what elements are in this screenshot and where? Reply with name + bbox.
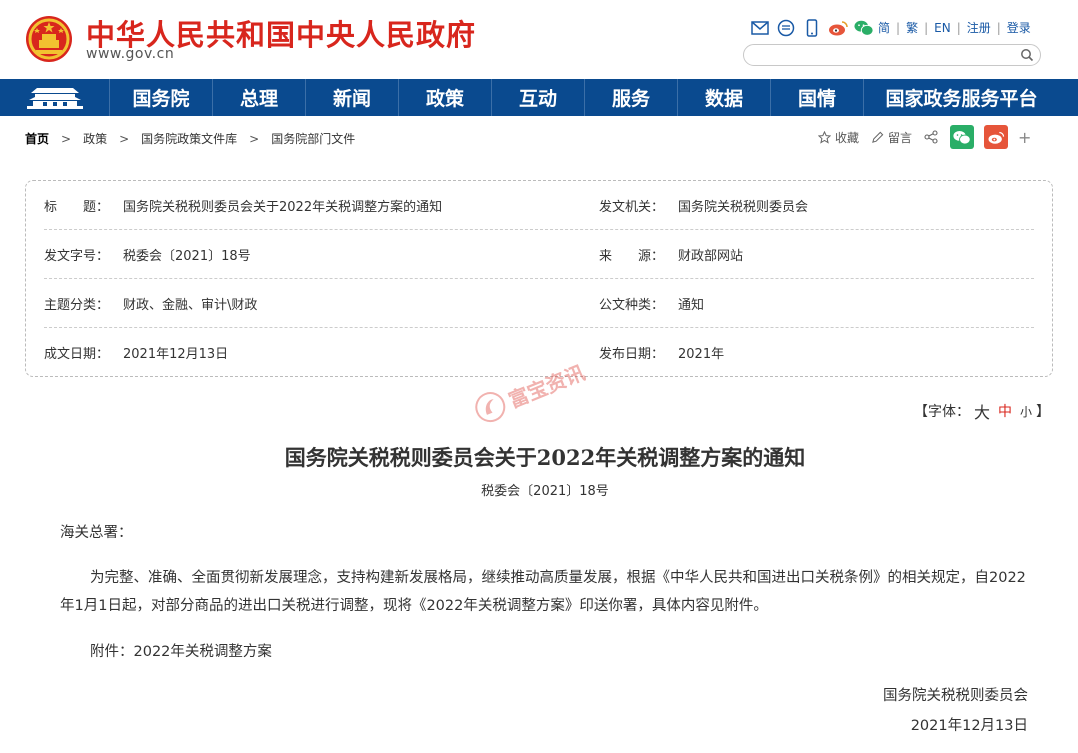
info-row: 主题分类： 财政、金融、审计\财政 公文种类： 通知 bbox=[44, 279, 1034, 328]
nav-interaction[interactable]: 互动 bbox=[492, 79, 585, 116]
breadcrumb-policies[interactable]: 政策 bbox=[83, 130, 107, 147]
chevron-right-icon: > bbox=[249, 131, 260, 146]
signature-organization: 国务院关税税则委员会 bbox=[883, 688, 1028, 704]
favorite-label: 收藏 bbox=[835, 130, 860, 145]
info-issuer: 发文机关： 国务院关税税则委员会 bbox=[599, 196, 1034, 215]
info-value: 财政、金融、审计\财政 bbox=[123, 297, 258, 313]
info-label: 主题分类： bbox=[44, 297, 110, 313]
share-button[interactable] bbox=[924, 130, 938, 144]
info-value: 通知 bbox=[678, 297, 705, 313]
info-row: 标 题： 国务院关税税则委员会关于2022年关税调整方案的通知 发文机关： 国务… bbox=[44, 181, 1034, 230]
wechat-share-button[interactable] bbox=[950, 125, 975, 149]
watermark-text: 富宝资讯 bbox=[504, 359, 589, 413]
info-label: 公文种类： bbox=[599, 297, 665, 313]
font-size-medium[interactable]: 中 bbox=[998, 401, 1012, 421]
main-nav: 国务院 总理 新闻 政策 互动 服务 数据 国情 国家政务服务平台 bbox=[0, 79, 1078, 116]
nav-data[interactable]: 数据 bbox=[678, 79, 771, 116]
traditional-link[interactable]: 繁 bbox=[906, 19, 918, 36]
info-doc-number: 发文字号： 税委会〔2021〕18号 bbox=[44, 245, 599, 264]
breadcrumb-policy-library[interactable]: 国务院政策文件库 bbox=[141, 130, 237, 147]
breadcrumb: 首页 > 政策 > 国务院政策文件库 > 国务院部门文件 bbox=[25, 130, 355, 147]
info-label: 发文机关： bbox=[599, 199, 665, 215]
national-emblem-icon[interactable] bbox=[24, 14, 74, 64]
watermark-logo-icon bbox=[475, 392, 506, 423]
document-title: 国务院关税税则委员会关于2022年关税调整方案的通知 bbox=[284, 445, 806, 470]
chevron-right-icon: > bbox=[61, 131, 72, 146]
info-value: 税委会〔2021〕18号 bbox=[123, 248, 251, 264]
simplified-link[interactable]: 简 bbox=[878, 19, 890, 36]
info-written-date: 成文日期： 2021年12月13日 bbox=[44, 343, 599, 362]
nav-gov-service-platform[interactable]: 国家政务服务平台 bbox=[864, 79, 1059, 116]
favorite-button[interactable]: 收藏 bbox=[818, 129, 859, 146]
login-link[interactable]: 登录 bbox=[1007, 19, 1031, 36]
info-value: 2021年 bbox=[678, 347, 725, 362]
document-salutation: 海关总署： bbox=[60, 525, 133, 541]
font-size-suffix: 】 bbox=[1036, 404, 1051, 420]
divider: | bbox=[924, 20, 929, 35]
top-icons bbox=[750, 18, 874, 38]
search-icon[interactable] bbox=[1020, 48, 1034, 62]
font-size-prefix: 【字体： bbox=[914, 404, 970, 420]
info-label: 发文字号： bbox=[44, 248, 110, 264]
mobile-icon[interactable] bbox=[802, 19, 822, 37]
info-row: 发文字号： 税委会〔2021〕18号 来 源： 财政部网站 bbox=[44, 230, 1034, 279]
site-url: www.gov.cn bbox=[86, 46, 175, 62]
info-label: 来 源： bbox=[599, 248, 665, 264]
info-topic: 主题分类： 财政、金融、审计\财政 bbox=[44, 294, 599, 313]
info-value: 财政部网站 bbox=[678, 248, 744, 264]
document-number: 税委会〔2021〕18号 bbox=[481, 484, 609, 499]
top-links: 简 | 繁 | EN | 注册 | 登录 bbox=[878, 19, 1031, 36]
breadcrumb-department-docs[interactable]: 国务院部门文件 bbox=[271, 130, 355, 147]
info-type: 公文种类： 通知 bbox=[599, 294, 1034, 313]
nav-state-council[interactable]: 国务院 bbox=[110, 79, 213, 116]
info-label: 成文日期： bbox=[44, 347, 110, 362]
message-icon[interactable] bbox=[776, 19, 796, 37]
breadcrumb-home[interactable]: 首页 bbox=[25, 130, 49, 147]
register-link[interactable]: 注册 bbox=[967, 19, 991, 36]
document-paragraph: 为完整、准确、全面贯彻新发展理念，支持构建新发展格局，继续推动高质量发展，根据《… bbox=[60, 570, 1026, 614]
weibo-icon[interactable] bbox=[828, 19, 848, 37]
nav-national-conditions[interactable]: 国情 bbox=[771, 79, 864, 116]
tiananmen-icon[interactable] bbox=[0, 79, 110, 116]
info-value: 国务院关税税则委员会 bbox=[678, 199, 809, 215]
font-size-control: 【字体： 大 中 小 】 bbox=[914, 399, 1050, 423]
star-icon bbox=[818, 130, 831, 144]
info-value: 2021年12月13日 bbox=[123, 347, 229, 362]
signature-date: 2021年12月13日 bbox=[910, 718, 1028, 734]
article-tools: 收藏 留言 + bbox=[818, 125, 1031, 149]
comment-button[interactable]: 留言 bbox=[871, 129, 912, 146]
wechat-icon[interactable] bbox=[854, 19, 874, 37]
search-input[interactable] bbox=[754, 47, 1014, 63]
pencil-icon bbox=[872, 131, 884, 143]
document-info-box: 标 题： 国务院关税税则委员会关于2022年关税调整方案的通知 发文机关： 国务… bbox=[25, 180, 1053, 377]
share-icon bbox=[924, 130, 938, 144]
wechat-icon bbox=[953, 130, 971, 144]
info-title: 标 题： 国务院关税税则委员会关于2022年关税调整方案的通知 bbox=[44, 196, 599, 215]
site-header: 中华人民共和国中央人民政府 www.gov.cn 简 | 繁 | EN | 注册… bbox=[0, 0, 1078, 80]
search-box bbox=[743, 44, 1041, 66]
nav-premier[interactable]: 总理 bbox=[213, 79, 306, 116]
document-attachment: 附件：2022年关税调整方案 bbox=[90, 644, 272, 660]
nav-news[interactable]: 新闻 bbox=[306, 79, 399, 116]
info-label: 标 题： bbox=[44, 199, 110, 215]
chevron-right-icon: > bbox=[119, 131, 130, 146]
comment-label: 留言 bbox=[888, 130, 913, 145]
english-link[interactable]: EN bbox=[934, 21, 951, 35]
font-size-small[interactable]: 小 bbox=[1020, 403, 1032, 420]
mail-icon[interactable] bbox=[750, 19, 770, 37]
font-size-large[interactable]: 大 bbox=[974, 399, 990, 423]
weibo-icon bbox=[988, 131, 1005, 144]
nav-policies[interactable]: 政策 bbox=[399, 79, 492, 116]
weibo-share-button[interactable] bbox=[984, 125, 1009, 149]
divider: | bbox=[956, 20, 961, 35]
info-value: 国务院关税税则委员会关于2022年关税调整方案的通知 bbox=[123, 199, 443, 215]
divider: | bbox=[996, 20, 1001, 35]
info-source: 来 源： 财政部网站 bbox=[599, 245, 1034, 264]
more-share-button[interactable]: + bbox=[1018, 128, 1031, 147]
info-published-date: 发布日期： 2021年 bbox=[599, 343, 1034, 362]
divider: | bbox=[896, 20, 901, 35]
nav-services[interactable]: 服务 bbox=[585, 79, 678, 116]
